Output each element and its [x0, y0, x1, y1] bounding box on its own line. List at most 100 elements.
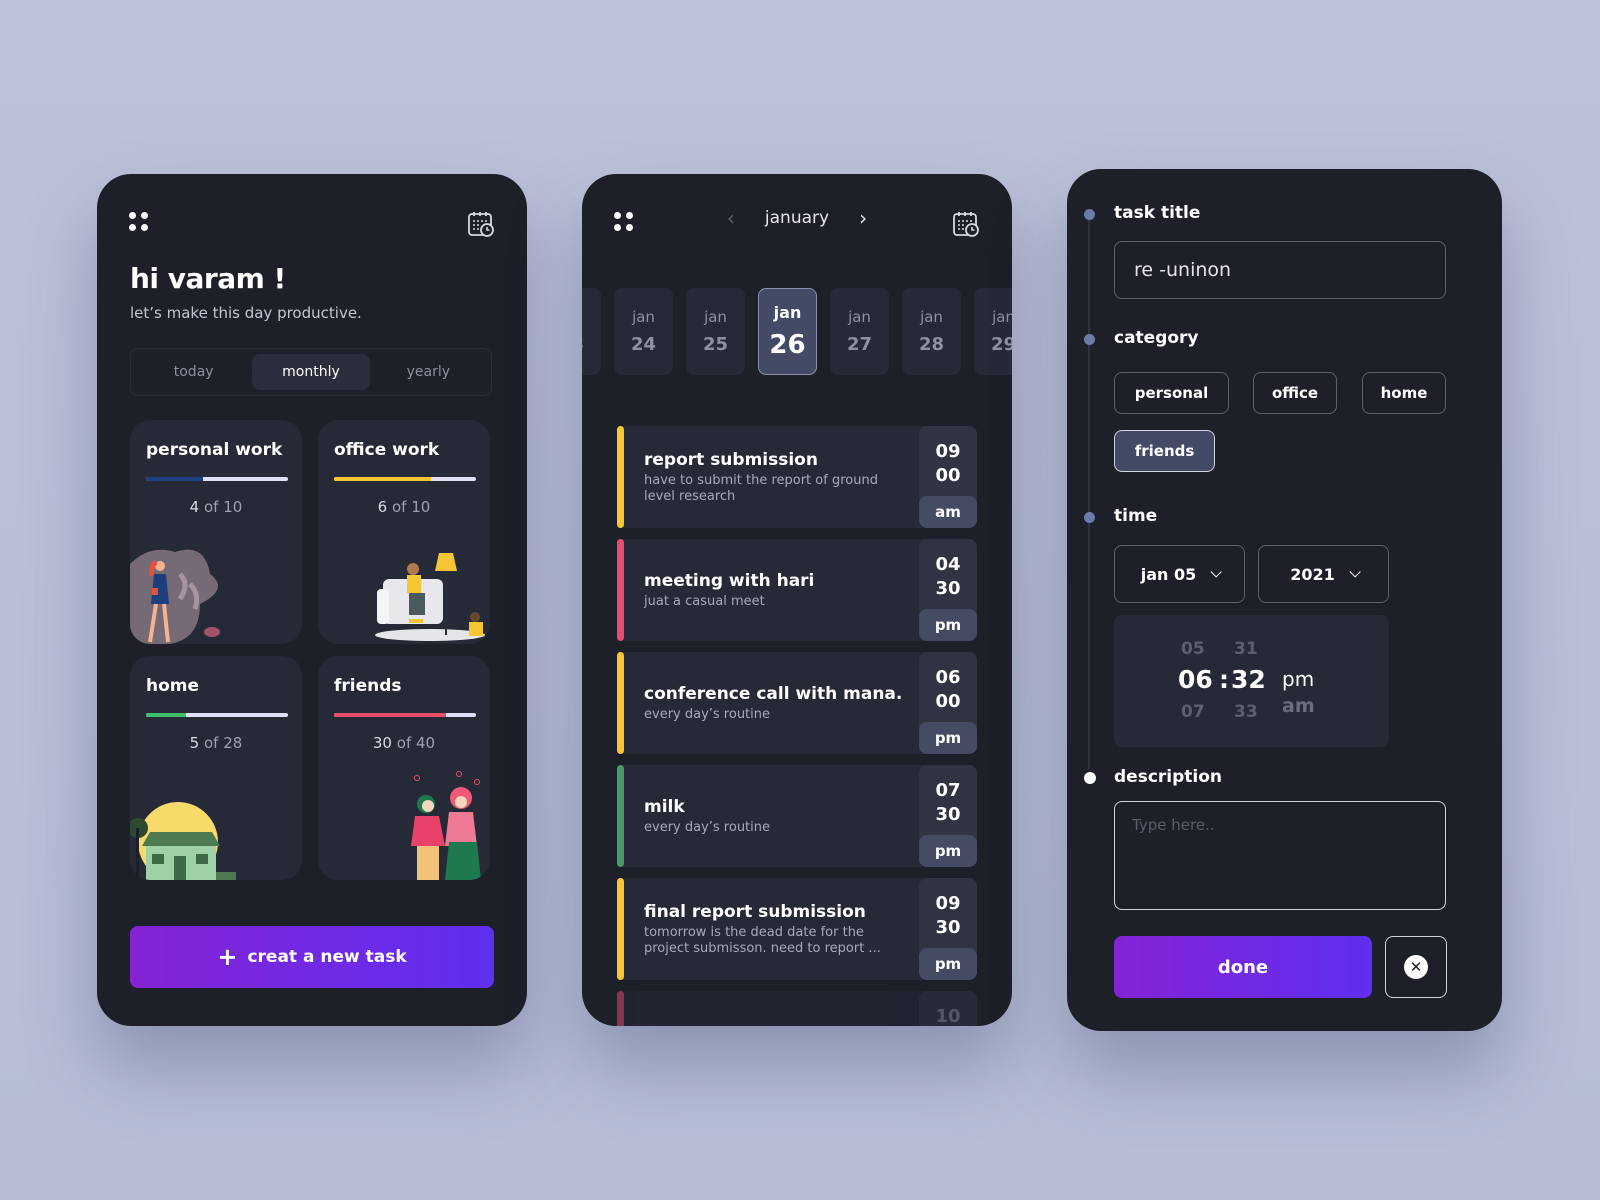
month-label: january: [764, 208, 830, 228]
task-row[interactable]: meeting with hari juat a casual meet 04 30 p…: [617, 539, 977, 641]
date-chip-selected[interactable]: jan 26: [758, 288, 817, 375]
task-period: pm: [919, 722, 977, 754]
task-title-label: task title: [1114, 203, 1201, 223]
task-row[interactable]: milk every day’s routine 07 30 pm: [617, 765, 977, 867]
task-hour: 10: [935, 1006, 961, 1026]
task-minute: 30: [935, 578, 961, 599]
year-select[interactable]: 2021: [1258, 545, 1389, 603]
hour-prev[interactable]: 05: [1181, 639, 1205, 659]
category-chip-home[interactable]: home: [1362, 372, 1446, 414]
time-label: time: [1114, 506, 1158, 526]
woman-walking-dog-illustration: [130, 549, 220, 644]
period-selected[interactable]: pm: [1282, 667, 1314, 691]
task-time-value: 06 00: [919, 666, 977, 714]
task-time: 06 00 pm: [919, 652, 977, 754]
create-new-task-label: creat a new task: [247, 947, 407, 967]
category-card-office-work[interactable]: office work 6 of 10: [318, 420, 490, 644]
date-select[interactable]: jan 05: [1114, 545, 1245, 603]
task-description: tomorrow is the dead date for the projec…: [644, 924, 881, 956]
category-stripe: [617, 765, 624, 867]
category-stripe: [617, 652, 624, 754]
task-description: have to submit the report of ground leve…: [644, 472, 878, 504]
timeline-dot: [1084, 334, 1095, 345]
date-chip[interactable]: jan 25: [686, 288, 745, 375]
chevron-down-icon: [1349, 566, 1361, 578]
hour-next[interactable]: 07: [1181, 702, 1205, 722]
timeline-line: [1088, 214, 1090, 769]
date-day: 29: [990, 334, 1012, 355]
category-title: office work: [334, 440, 440, 460]
task-text: conference call with mana.. every day’s r…: [644, 652, 904, 754]
done-count: 6: [377, 498, 388, 516]
description-input[interactable]: [1114, 801, 1446, 910]
period-next[interactable]: am: [1282, 695, 1315, 717]
tab-today[interactable]: today: [135, 354, 252, 390]
task-time: 09 00 am: [919, 426, 977, 528]
date-chip[interactable]: jan 23: [582, 288, 601, 375]
minute-selected[interactable]: 32: [1231, 665, 1266, 694]
task-hour: 07: [935, 780, 961, 801]
task-text: milk every day’s routine: [644, 765, 904, 867]
calendar-clock-icon[interactable]: [952, 210, 980, 238]
description-label: description: [1114, 767, 1223, 787]
create-new-task-button[interactable]: + creat a new task: [130, 926, 494, 988]
date-chip[interactable]: jan 27: [830, 288, 889, 375]
date-day: 25: [702, 334, 729, 355]
done-button[interactable]: done: [1114, 936, 1372, 998]
done-count: 4: [189, 498, 200, 516]
task-row[interactable]: report submission have to submit the repo…: [617, 426, 977, 528]
task-row[interactable]: final report submission tomorrow is the d…: [617, 878, 977, 980]
task-minute: 30: [935, 917, 961, 938]
category-stripe: [617, 426, 624, 528]
total-count: of 10: [392, 498, 431, 516]
task-count: 6 of 10: [318, 498, 490, 516]
task-text: final report submission tomorrow is the d…: [644, 878, 904, 980]
date-chip[interactable]: jan 24: [614, 288, 673, 375]
minute-prev[interactable]: 31: [1234, 639, 1258, 659]
task-time: 10: [919, 991, 977, 1026]
calendar-clock-icon[interactable]: [467, 210, 495, 238]
done-count: 30: [372, 734, 392, 752]
date-strip: jan 23 jan 24 jan 25 jan 26 jan 27 jan 28 jan 2…: [582, 288, 1012, 375]
grid-dots-icon[interactable]: [129, 212, 149, 232]
task-text: report submission have to submit the repo…: [644, 426, 904, 528]
progress-fill: [146, 477, 203, 481]
date-day: 28: [918, 334, 945, 355]
category-card-home[interactable]: home 5 of 28: [130, 656, 302, 880]
category-chip-office[interactable]: office: [1253, 372, 1337, 414]
category-chip-friends[interactable]: friends: [1114, 430, 1215, 472]
task-title: conference call with mana..: [644, 683, 904, 704]
task-title-input[interactable]: [1114, 241, 1446, 299]
chevron-left-icon[interactable]: ‹: [727, 206, 735, 230]
timeline-dot-active: [1084, 772, 1096, 784]
task-time-value: 09 30: [919, 892, 977, 940]
task-row[interactable]: conference call with mana.. every day’s r…: [617, 652, 977, 754]
category-chip-personal[interactable]: personal: [1114, 372, 1229, 414]
task-period: pm: [919, 835, 977, 867]
progress-bar: [334, 477, 476, 481]
date-chip[interactable]: jan 28: [902, 288, 961, 375]
category-card-personal-work[interactable]: personal work 4 of 10: [130, 420, 302, 644]
chevron-right-icon[interactable]: ›: [859, 206, 867, 230]
hour-selected[interactable]: 06: [1178, 665, 1213, 694]
tab-yearly[interactable]: yearly: [370, 354, 487, 390]
man-reading-armchair-illustration: [375, 553, 485, 641]
tab-monthly[interactable]: monthly: [252, 354, 370, 390]
task-minute: 00: [935, 691, 961, 712]
task-text: meeting with hari juat a casual meet: [644, 539, 904, 641]
task-row[interactable]: 10: [617, 991, 977, 1026]
year-select-value: 2021: [1290, 564, 1335, 584]
date-month: jan: [704, 308, 727, 326]
task-period: pm: [919, 948, 977, 980]
progress-fill: [334, 477, 431, 481]
time-picker[interactable]: 05 31 06 : 32 pm 07 33 am: [1114, 615, 1389, 747]
minute-next[interactable]: 33: [1234, 702, 1258, 722]
close-button[interactable]: ✕: [1385, 936, 1447, 998]
task-hour: 09: [935, 893, 961, 914]
category-card-friends[interactable]: friends 30 of 40: [318, 656, 490, 880]
timeline-dot: [1084, 512, 1095, 523]
category-label: category: [1114, 328, 1199, 348]
category-stripe: [617, 991, 624, 1026]
progress-bar: [146, 477, 288, 481]
date-chip[interactable]: jan 29: [974, 288, 1012, 375]
